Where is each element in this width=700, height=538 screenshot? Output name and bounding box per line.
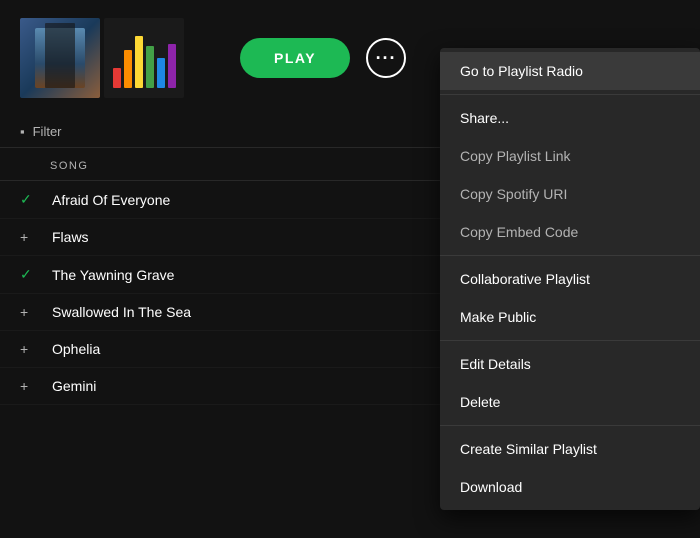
bar-blue <box>157 58 165 88</box>
bar-yellow <box>135 36 143 88</box>
color-bars <box>113 28 176 88</box>
song-title-2: Flaws <box>52 229 89 245</box>
menu-item-make-public[interactable]: Make Public <box>440 298 700 336</box>
divider-3 <box>440 340 700 341</box>
menu-item-copy-spotify-uri[interactable]: Copy Spotify URI <box>440 175 700 213</box>
album-art-2 <box>104 18 184 98</box>
menu-item-copy-playlist-link[interactable]: Copy Playlist Link <box>440 137 700 175</box>
song-check-icon-1: ✓ <box>20 191 44 208</box>
song-check-icon-3: ✓ <box>20 266 44 283</box>
song-plus-icon-5: + <box>20 341 44 357</box>
top-bar: PLAY ··· Go to Playlist Radio Share... C… <box>0 0 700 116</box>
menu-item-download[interactable]: Download <box>440 468 700 506</box>
filter-icon: ▪ <box>20 124 25 139</box>
divider-1 <box>440 94 700 95</box>
menu-item-create-similar-playlist[interactable]: Create Similar Playlist <box>440 430 700 468</box>
context-menu: Go to Playlist Radio Share... Copy Playl… <box>440 48 700 510</box>
menu-item-copy-embed-code[interactable]: Copy Embed Code <box>440 213 700 251</box>
bar-red <box>113 68 121 88</box>
album-art-1 <box>20 18 100 98</box>
more-options-button[interactable]: ··· <box>366 38 406 78</box>
bar-green <box>146 46 154 88</box>
album-art-container <box>20 18 184 98</box>
bar-purple <box>168 44 176 88</box>
song-title-5: Ophelia <box>52 341 100 357</box>
song-plus-icon-6: + <box>20 378 44 394</box>
song-plus-icon-4: + <box>20 304 44 320</box>
menu-item-collaborative-playlist[interactable]: Collaborative Playlist <box>440 260 700 298</box>
divider-4 <box>440 425 700 426</box>
bar-orange <box>124 50 132 88</box>
song-title-1: Afraid Of Everyone <box>52 192 170 208</box>
song-title-6: Gemini <box>52 378 96 394</box>
play-button[interactable]: PLAY <box>240 38 350 78</box>
filter-label: Filter <box>33 124 62 139</box>
menu-item-share[interactable]: Share... <box>440 99 700 137</box>
song-title-4: Swallowed In The Sea <box>52 304 191 320</box>
divider-2 <box>440 255 700 256</box>
menu-item-edit-details[interactable]: Edit Details <box>440 345 700 383</box>
song-title-3: The Yawning Grave <box>52 267 174 283</box>
song-plus-icon-2: + <box>20 229 44 245</box>
menu-item-delete[interactable]: Delete <box>440 383 700 421</box>
menu-item-go-to-playlist-radio[interactable]: Go to Playlist Radio <box>440 52 700 90</box>
